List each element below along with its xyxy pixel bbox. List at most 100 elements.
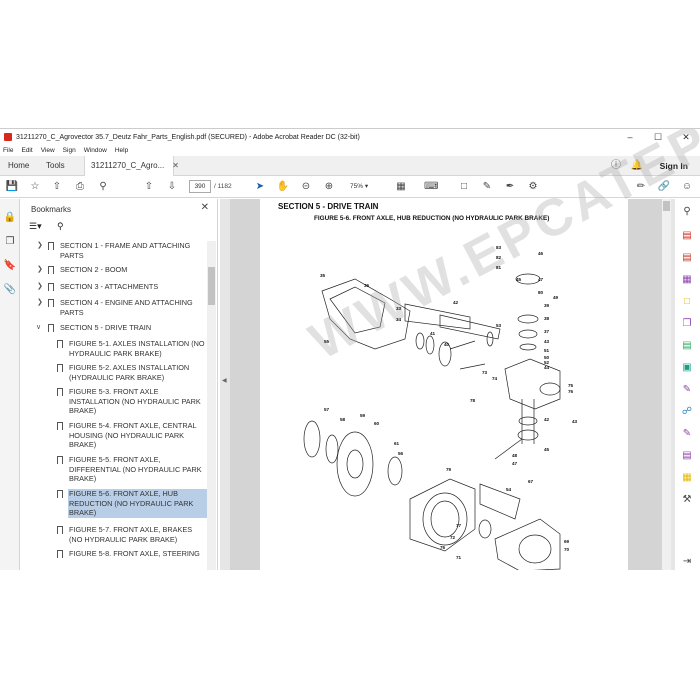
zoom-in-icon[interactable]: ⊕: [322, 180, 336, 194]
highlight-pen-icon[interactable]: ✎: [480, 180, 494, 194]
bookmark-icon: [57, 422, 63, 430]
menu-edit[interactable]: Edit: [21, 147, 32, 154]
fill-sign-pen-icon[interactable]: ✎: [680, 383, 694, 397]
bookmark-label: FIGURE 5-3. FRONT AXLE INSTALLATION (NO …: [69, 387, 201, 416]
tab-tools[interactable]: Tools: [40, 156, 71, 176]
bookmark-star-icon[interactable]: ☆: [28, 180, 42, 194]
callout-label: 56: [398, 451, 404, 456]
document-scrollbar[interactable]: [662, 199, 671, 570]
callout-label: 60: [374, 421, 380, 426]
comment-icon[interactable]: □: [457, 180, 471, 194]
bookmark-label: FIGURE 5-7. FRONT AXLE, BRAKES (NO HYDRA…: [69, 525, 193, 544]
callout-label: 76: [568, 389, 574, 394]
combine-files-icon[interactable]: ❐: [680, 317, 694, 331]
menu-sign[interactable]: Sign: [63, 147, 76, 154]
callout-label: 45: [516, 277, 522, 282]
callout-label: 74: [492, 376, 498, 381]
next-page-icon[interactable]: ⇩: [165, 180, 179, 194]
create-pdf-icon[interactable]: ▤: [680, 251, 694, 265]
callout-label: 41: [430, 331, 436, 336]
stamp-icon[interactable]: ▤: [680, 449, 694, 463]
print-icon[interactable]: ⎙: [73, 180, 87, 194]
bookmark-label: SECTION 3 - ATTACHMENTS: [60, 282, 159, 291]
bookmarks-title: Bookmarks: [31, 205, 72, 214]
callout-label: 83: [496, 245, 502, 250]
bookmark-scrollbar[interactable]: [207, 241, 216, 570]
callout-label: 77: [456, 523, 462, 528]
protect-icon[interactable]: ☍: [680, 405, 694, 419]
more-tools-icon[interactable]: ⚒: [680, 493, 694, 507]
close-panel-icon[interactable]: ✕: [201, 202, 209, 213]
comment-tool-icon[interactable]: □: [680, 295, 694, 309]
page-thumbnails-icon[interactable]: ❐: [3, 235, 17, 249]
bookmark-label: SECTION 5 - DRIVE TRAIN: [60, 323, 152, 332]
calendar-icon[interactable]: ▦: [680, 471, 694, 485]
zoom-out-icon[interactable]: ⊝: [299, 180, 313, 194]
search-icon[interactable]: ⚲: [96, 180, 110, 194]
bookmark-label: FIGURE 5-4. FRONT AXLE, CENTRAL HOUSING …: [69, 421, 197, 450]
tab-document[interactable]: 31211270_C_Agro... ✕: [84, 156, 179, 177]
upload-icon[interactable]: ⇧: [50, 180, 64, 194]
bookmarks-panel-icon[interactable]: 🔖: [3, 259, 17, 273]
bookmark-options-icon[interactable]: ☰▾: [29, 221, 42, 232]
bookmark-label: FIGURE 5-2. AXLES INSTALLATION (HYDRAULI…: [69, 363, 190, 382]
draw-pen-icon[interactable]: ✒: [503, 180, 517, 194]
callout-label: 81: [496, 265, 502, 270]
bookmark-scroll-thumb[interactable]: [208, 267, 215, 305]
hand-tool-icon[interactable]: ✋: [276, 180, 290, 194]
compress-icon[interactable]: ▤: [680, 339, 694, 353]
tab-home[interactable]: Home: [2, 156, 35, 176]
window-title: 31211270_C_Agrovector 35.7_Deutz Fahr_Pa…: [16, 133, 360, 141]
chevron-down-icon[interactable]: ∨: [36, 323, 41, 333]
bookmark-icon: [48, 266, 54, 274]
page-number-input[interactable]: 390: [189, 180, 211, 193]
edit-image-icon[interactable]: ▣: [680, 361, 694, 375]
chevron-right-icon[interactable]: ❯: [37, 282, 43, 292]
bookmark-label: FIGURE 5-1. AXLES INSTALLATION (NO HYDRA…: [69, 339, 205, 358]
organize-pages-icon[interactable]: ▦: [680, 273, 694, 287]
bookmark-label: FIGURE 5-8. FRONT AXLE, STEERING: [69, 549, 200, 558]
bookmark-label: SECTION 4 - ENGINE AND ATTACHING PARTS: [60, 298, 193, 317]
select-cursor-icon[interactable]: ➤: [253, 180, 267, 194]
chevron-right-icon[interactable]: ❯: [37, 298, 43, 308]
callout-label: 75: [568, 383, 574, 388]
fit-page-icon[interactable]: ▦: [394, 180, 408, 194]
callout-label: 44: [544, 365, 550, 370]
bookmark-label: SECTION 1 - FRAME AND ATTACHING PARTS: [60, 241, 191, 260]
callout-label: 46: [538, 251, 544, 256]
chevron-right-icon[interactable]: ❯: [37, 265, 43, 275]
lock-icon[interactable]: 🔒: [3, 211, 17, 225]
send-for-signature-icon[interactable]: ✎: [680, 427, 694, 441]
callout-label: 38: [544, 316, 550, 321]
callout-label: 72: [450, 535, 456, 540]
bookmarks-panel: Bookmarks ✕ ☰▾ ⚲ ❯ SECTION 1 - FRAME AND…: [21, 199, 218, 570]
callout-label: 70: [564, 547, 570, 552]
attachments-icon[interactable]: 📎: [3, 283, 17, 297]
page-total: / 1182: [214, 183, 232, 190]
acrobat-window: 31211270_C_Agrovector 35.7_Deutz Fahr_Pa…: [0, 128, 700, 570]
chevron-left-icon[interactable]: ◀: [222, 377, 227, 384]
right-tools-pane: ⚲ ▤ ▤ ▦ □ ❐ ▤ ▣ ✎ ☍ ✎ ▤ ▦ ⚒ ⇥: [675, 199, 700, 570]
menu-view[interactable]: View: [41, 147, 55, 154]
zoom-level-select[interactable]: 75% ▾: [344, 180, 378, 193]
menu-file[interactable]: File: [3, 147, 13, 154]
previous-page-icon[interactable]: ⇧: [142, 180, 156, 194]
callout-label: 53: [496, 323, 502, 328]
collapse-panel-handle[interactable]: ◀: [220, 199, 230, 570]
export-pdf-icon[interactable]: ▤: [680, 229, 694, 243]
chevron-right-icon[interactable]: ❯: [37, 241, 43, 251]
callout-label: 43: [544, 339, 550, 344]
callout-label: 39: [544, 303, 550, 308]
document-scroll-thumb[interactable]: [663, 201, 670, 211]
zoom-search-icon[interactable]: ⚲: [680, 205, 694, 219]
collapse-right-pane-icon[interactable]: ⇥: [680, 555, 694, 569]
menu-help[interactable]: Help: [115, 147, 128, 154]
pdf-page: SECTION 5 - DRIVE TRAIN FIGURE 5-6. FRON…: [260, 129, 700, 570]
bookmark-tools: ☰▾ ⚲: [29, 221, 89, 235]
callout-label: 42: [453, 300, 459, 305]
save-icon[interactable]: 💾: [5, 180, 19, 194]
bookmark-search-icon[interactable]: ⚲: [57, 221, 64, 232]
keyboard-icon[interactable]: ⌨: [424, 180, 438, 194]
menu-window[interactable]: Window: [84, 147, 107, 154]
tab-close-icon[interactable]: ✕: [172, 161, 179, 170]
